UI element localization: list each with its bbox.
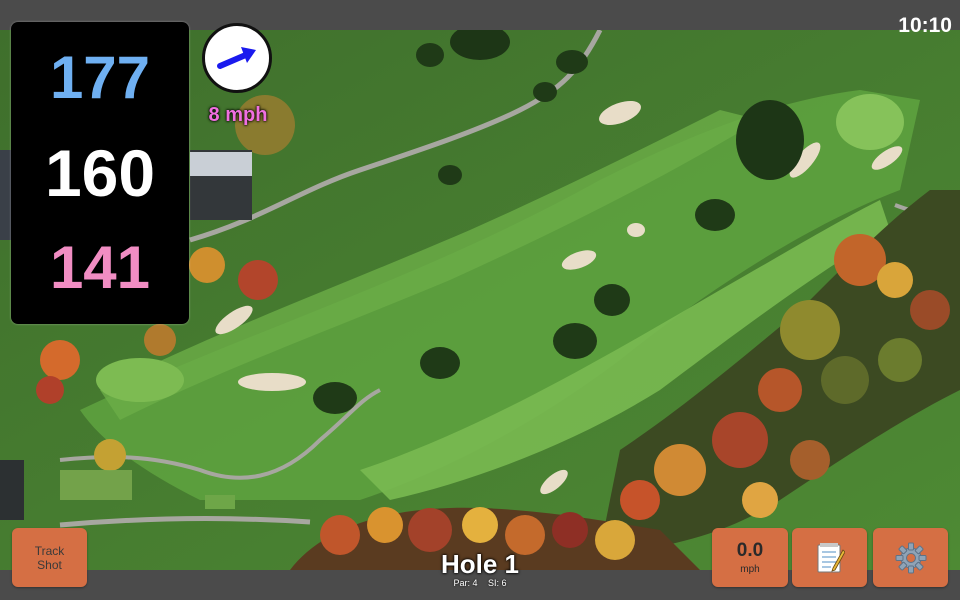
center-distance: 160 <box>44 136 156 210</box>
track-shot-button[interactable]: Track Shot <box>12 528 87 587</box>
track-shot-label-line1: Track <box>34 543 65 558</box>
wind-speed-label: 8 mph <box>208 104 268 126</box>
front-distance: 141 <box>49 234 151 301</box>
arrow-icon <box>217 47 256 69</box>
distance-panel: 177 160 141 <box>11 22 189 324</box>
hole-si: SI: 6 <box>488 578 507 588</box>
speed-button[interactable]: 0.0 mph <box>712 528 788 587</box>
settings-button[interactable] <box>873 528 948 587</box>
notepad-icon <box>817 542 845 572</box>
speed-value: 0.0 <box>736 540 764 561</box>
notes-button[interactable] <box>792 528 867 587</box>
hole-subinfo: Par: 4 SI: 6 <box>400 578 560 588</box>
hole-title: Hole 1 <box>440 549 520 579</box>
track-shot-label-line2: Shot <box>37 557 62 572</box>
back-distance: 177 <box>49 44 151 111</box>
hole-par: Par: 4 <box>453 578 478 588</box>
hole-info: Hole 1 Par: 4 SI: 6 <box>400 550 560 588</box>
golf-gps-screen: 10:10 177 160 141 8 mph Track Shot Hole … <box>0 0 960 600</box>
gear-icon <box>895 542 926 573</box>
wind-direction-dial <box>202 23 272 93</box>
speed-unit: mph <box>740 564 760 575</box>
status-clock: 10:10 <box>898 14 952 37</box>
